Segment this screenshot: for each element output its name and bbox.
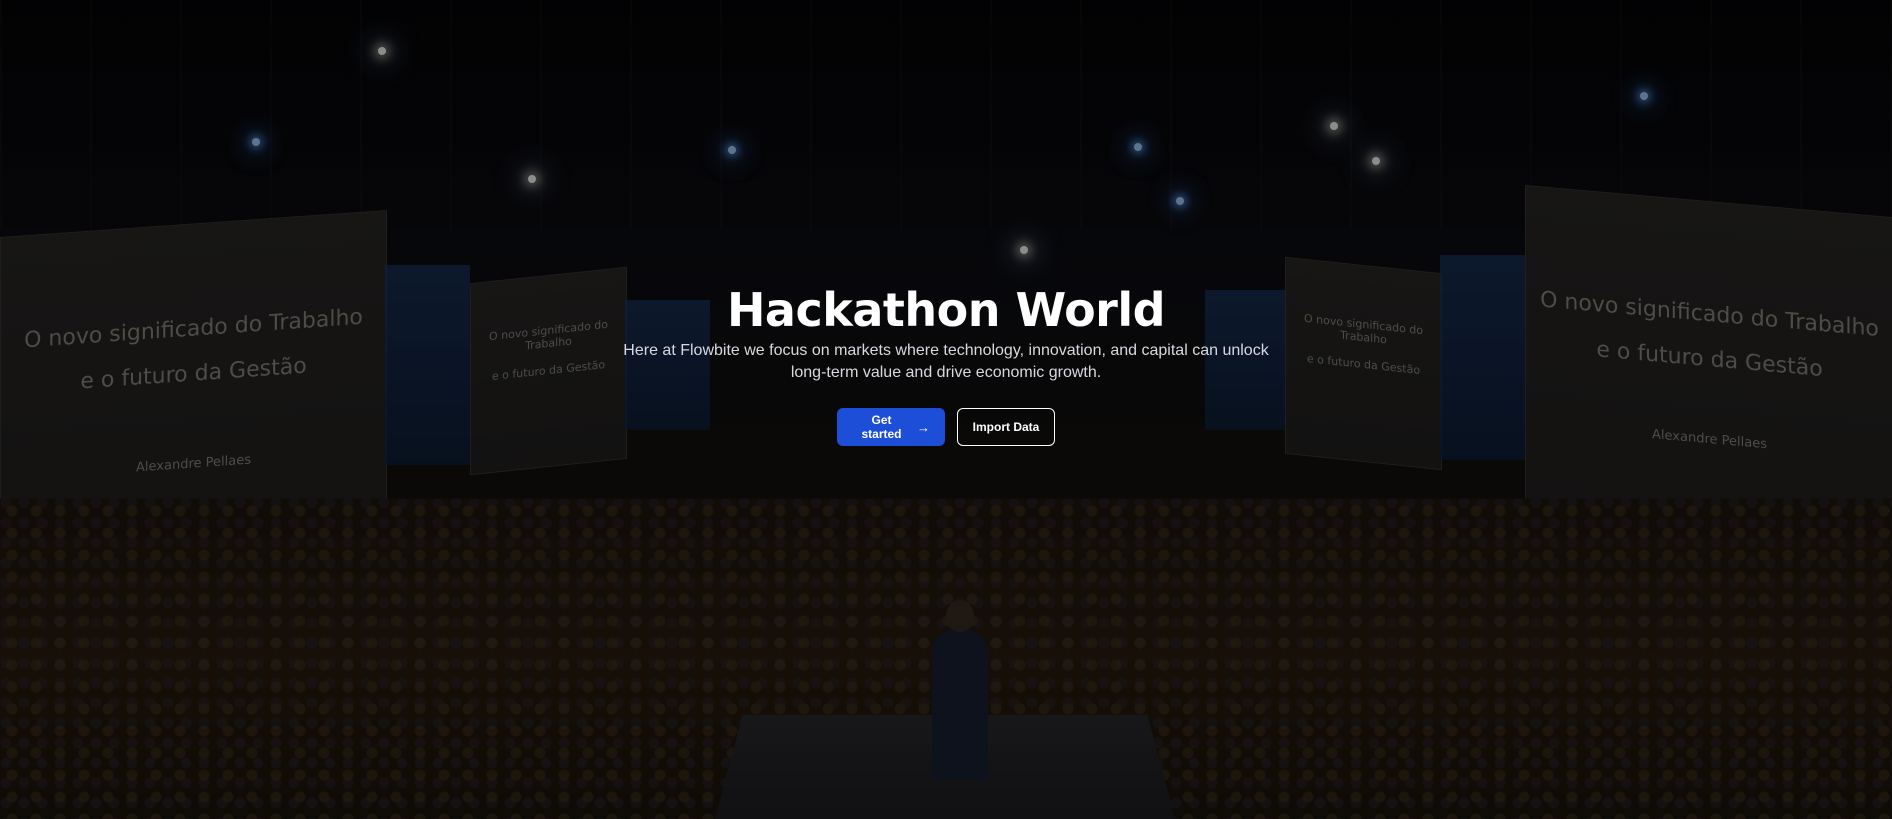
get-started-button[interactable]: Get started → (837, 408, 945, 446)
get-started-label: Get started (861, 413, 902, 441)
import-data-button[interactable]: Import Data (957, 408, 1055, 446)
hero-actions: Get started → Import Data (0, 408, 1892, 446)
import-data-label: Import Data (972, 420, 1040, 434)
hero-subtitle: Here at Flowbite we focus on markets whe… (623, 342, 1269, 381)
hero-title: Hackathon World (726, 283, 1166, 337)
arrow-right-icon: → (917, 419, 930, 435)
hero-section: O novo significado do Trabalho e o futur… (0, 0, 1892, 819)
hero-content: Hackathon World Here at Flowbite we focu… (0, 282, 1892, 446)
